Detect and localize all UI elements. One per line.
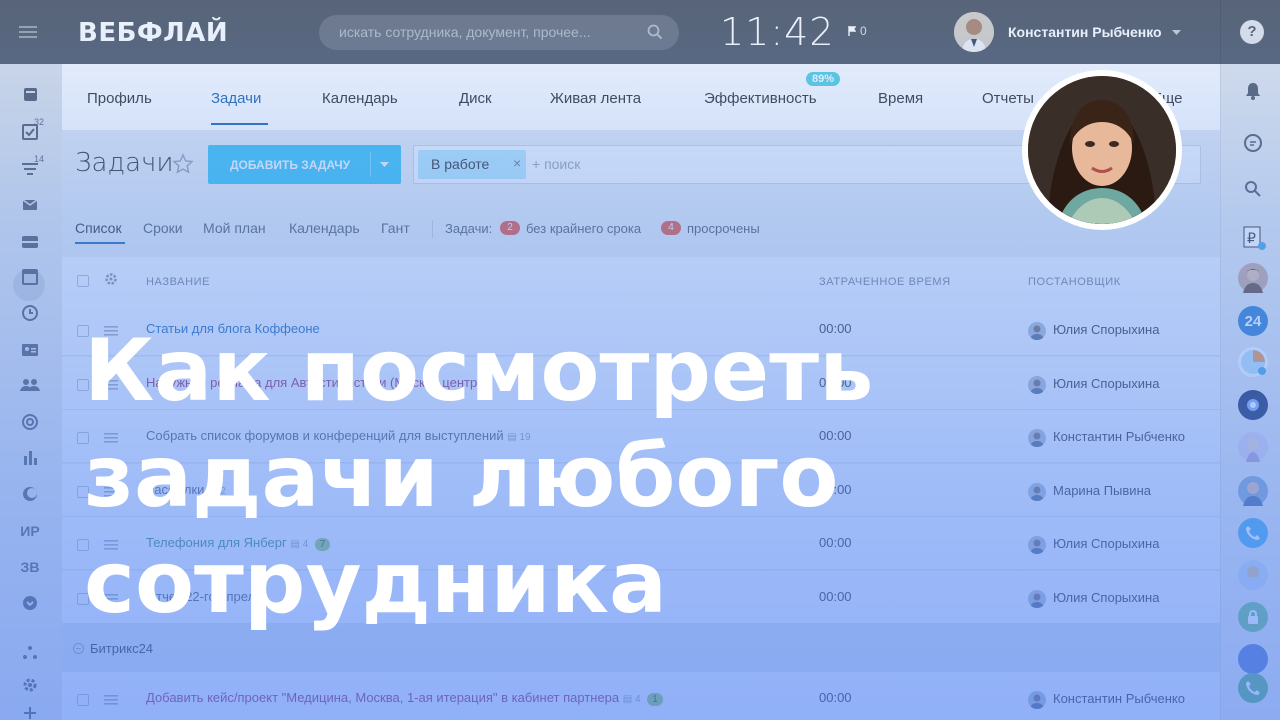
search-input[interactable]: искать сотрудника, документ, прочее... xyxy=(319,15,679,50)
bar-chart-icon[interactable] xyxy=(16,447,44,469)
lock-icon[interactable] xyxy=(1238,602,1268,632)
user-name[interactable]: Константин Рыбченко xyxy=(1008,24,1162,40)
clock[interactable]: 11:42 xyxy=(720,10,835,54)
chat-ruble-icon[interactable]: ₽ xyxy=(1238,222,1268,252)
chat-avatar-icon[interactable] xyxy=(1238,432,1268,462)
flag-icon xyxy=(848,26,856,36)
chevron-down-circle-icon[interactable] xyxy=(16,592,44,614)
headline-line: сотрудника xyxy=(84,533,668,633)
tab-live-feed[interactable]: Живая лента xyxy=(550,90,641,107)
help-icon[interactable]: ? xyxy=(1240,20,1264,44)
phone-icon[interactable] xyxy=(1238,673,1268,703)
search-icon[interactable] xyxy=(647,24,663,40)
svg-text:₽: ₽ xyxy=(1247,231,1256,247)
inbox-icon[interactable] xyxy=(16,231,44,253)
plus-icon[interactable] xyxy=(16,702,44,720)
efficiency-badge: 89% xyxy=(806,72,841,86)
headline-line: Как посмотреть xyxy=(84,321,874,421)
notifications[interactable]: 0 xyxy=(848,24,867,38)
tab-calendar[interactable]: Календарь xyxy=(322,90,398,107)
chat-avatar-icon[interactable] xyxy=(1238,476,1268,506)
chat-avatar-icon[interactable] xyxy=(1238,263,1268,293)
sitemap-icon[interactable] xyxy=(16,642,44,664)
phone-icon[interactable] xyxy=(1238,518,1268,548)
presenter-photo xyxy=(1022,70,1182,230)
top-bar: ВЕБФЛАЙ искать сотрудника, документ, про… xyxy=(0,0,1280,64)
chat-avatar-icon[interactable] xyxy=(1238,644,1268,674)
contact-card-icon[interactable] xyxy=(16,339,44,361)
gear-icon[interactable] xyxy=(16,674,44,696)
group-icon[interactable] xyxy=(16,374,44,396)
moon-icon[interactable] xyxy=(16,483,44,505)
sidebar-item-zv[interactable]: ЗВ xyxy=(16,556,44,578)
chat-star-icon[interactable] xyxy=(1238,390,1268,420)
chat-icon[interactable] xyxy=(1238,128,1268,158)
search-icon[interactable] xyxy=(1238,174,1268,204)
tab-tasks[interactable]: Задачи xyxy=(211,90,261,107)
tab-efficiency[interactable]: Эффективность xyxy=(704,90,817,107)
bitrix24-icon[interactable]: 24 xyxy=(1238,306,1268,336)
sidebar-item-ir[interactable]: ИР xyxy=(16,520,44,542)
target-icon[interactable] xyxy=(16,411,44,433)
bell-icon[interactable] xyxy=(1238,76,1268,106)
active-tab-underline xyxy=(211,123,268,125)
tasks-badge: 32 xyxy=(34,117,45,127)
headline: Как посмотреть задачи любого сотрудника xyxy=(84,318,873,636)
chevron-down-icon[interactable] xyxy=(1172,30,1181,35)
mail-icon[interactable] xyxy=(16,194,44,216)
feed-icon[interactable] xyxy=(16,84,44,106)
tab-reports[interactable]: Отчеты xyxy=(982,90,1034,107)
notification-count: 0 xyxy=(860,24,867,38)
avatar[interactable] xyxy=(954,12,994,52)
headline-line: задачи любого xyxy=(84,427,839,527)
menu-icon[interactable] xyxy=(18,24,38,40)
logo[interactable]: ВЕБФЛАЙ xyxy=(78,18,228,48)
tab-profile[interactable]: Профиль xyxy=(87,90,152,107)
clock-icon[interactable] xyxy=(16,302,44,324)
chat-group-icon[interactable] xyxy=(1238,347,1268,377)
filters-badge: 14 xyxy=(34,154,45,164)
search-placeholder: искать сотрудника, документ, прочее... xyxy=(339,24,591,40)
tab-disk[interactable]: Диск xyxy=(459,90,492,107)
calendar-icon[interactable] xyxy=(16,266,44,288)
chat-avatar-icon[interactable] xyxy=(1238,560,1268,590)
tab-time[interactable]: Время xyxy=(878,90,923,107)
